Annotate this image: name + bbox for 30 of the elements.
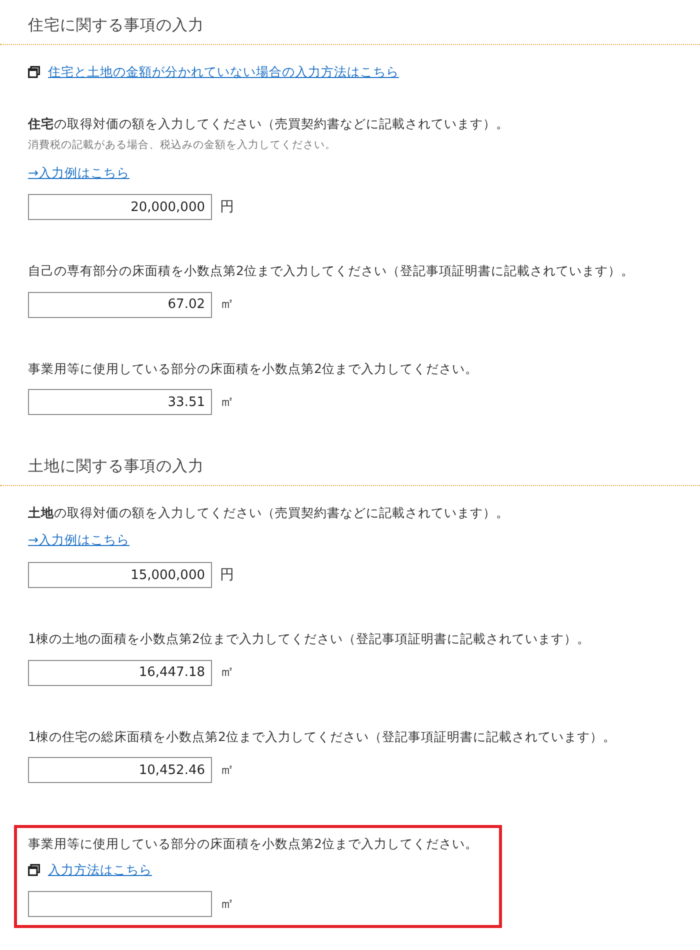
question-text: 住宅の取得対価の額を入力してください（売買契約書などに記載されています）。 [28, 115, 510, 133]
section-heading: 土地に関する事項の入力 [28, 457, 205, 478]
question-text: 事業用等に使用している部分の床面積を小数点第2位まで入力してください。 [28, 360, 479, 378]
input-field[interactable]: 33.51 [28, 389, 212, 416]
section-heading: 住宅に関する事項の入力 [28, 16, 205, 36]
question-text: 事業用等に使用している部分の床面積を小数点第2位まで入力してください。 [28, 835, 479, 853]
input-field[interactable]: 20,000,000 [28, 194, 212, 220]
input-field[interactable]: 10,452.46 [28, 757, 212, 784]
unit-label: ㎡ [220, 663, 234, 682]
input-field[interactable] [28, 891, 212, 918]
unit-label: 円 [220, 566, 234, 585]
example-link[interactable]: →入力例はこちら [28, 164, 130, 180]
unit-label: ㎡ [220, 295, 234, 314]
note-text: 消費税の記載がある場合、税込みの金額を入力してください。 [28, 138, 337, 153]
window-icon [28, 864, 40, 876]
unit-label: ㎡ [220, 392, 234, 412]
example-link[interactable]: →入力例はこちら [28, 532, 130, 548]
unit-label: ㎡ [220, 894, 234, 914]
unit-label: ㎡ [220, 760, 234, 780]
question-text: 自己の専有部分の床面積を小数点第2位まで入力してください（登記事項証明書に記載されています）。 [28, 262, 635, 280]
help-link[interactable]: 入力方法はこちら [48, 860, 152, 880]
input-field[interactable]: 15,000,000 [28, 562, 212, 588]
help-link[interactable]: 住宅と土地の金額が分かれていない場合の入力方法はこちら [48, 62, 399, 82]
question-text: 1棟の住宅の総床面積を小数点第2位まで入力してください（登記事項証明書に記載されています）。 [28, 728, 617, 746]
question-text: 土地の取得対価の額を入力してください（売買契約書などに記載されています）。 [28, 504, 510, 522]
window-icon [28, 66, 40, 78]
input-field[interactable]: 16,447.18 [28, 660, 212, 686]
unit-label: 円 [220, 198, 234, 217]
question-text: 1棟の土地の面積を小数点第2位まで入力してください（登記事項証明書に記載されています）。 [28, 630, 591, 648]
input-field[interactable]: 67.02 [28, 292, 212, 318]
